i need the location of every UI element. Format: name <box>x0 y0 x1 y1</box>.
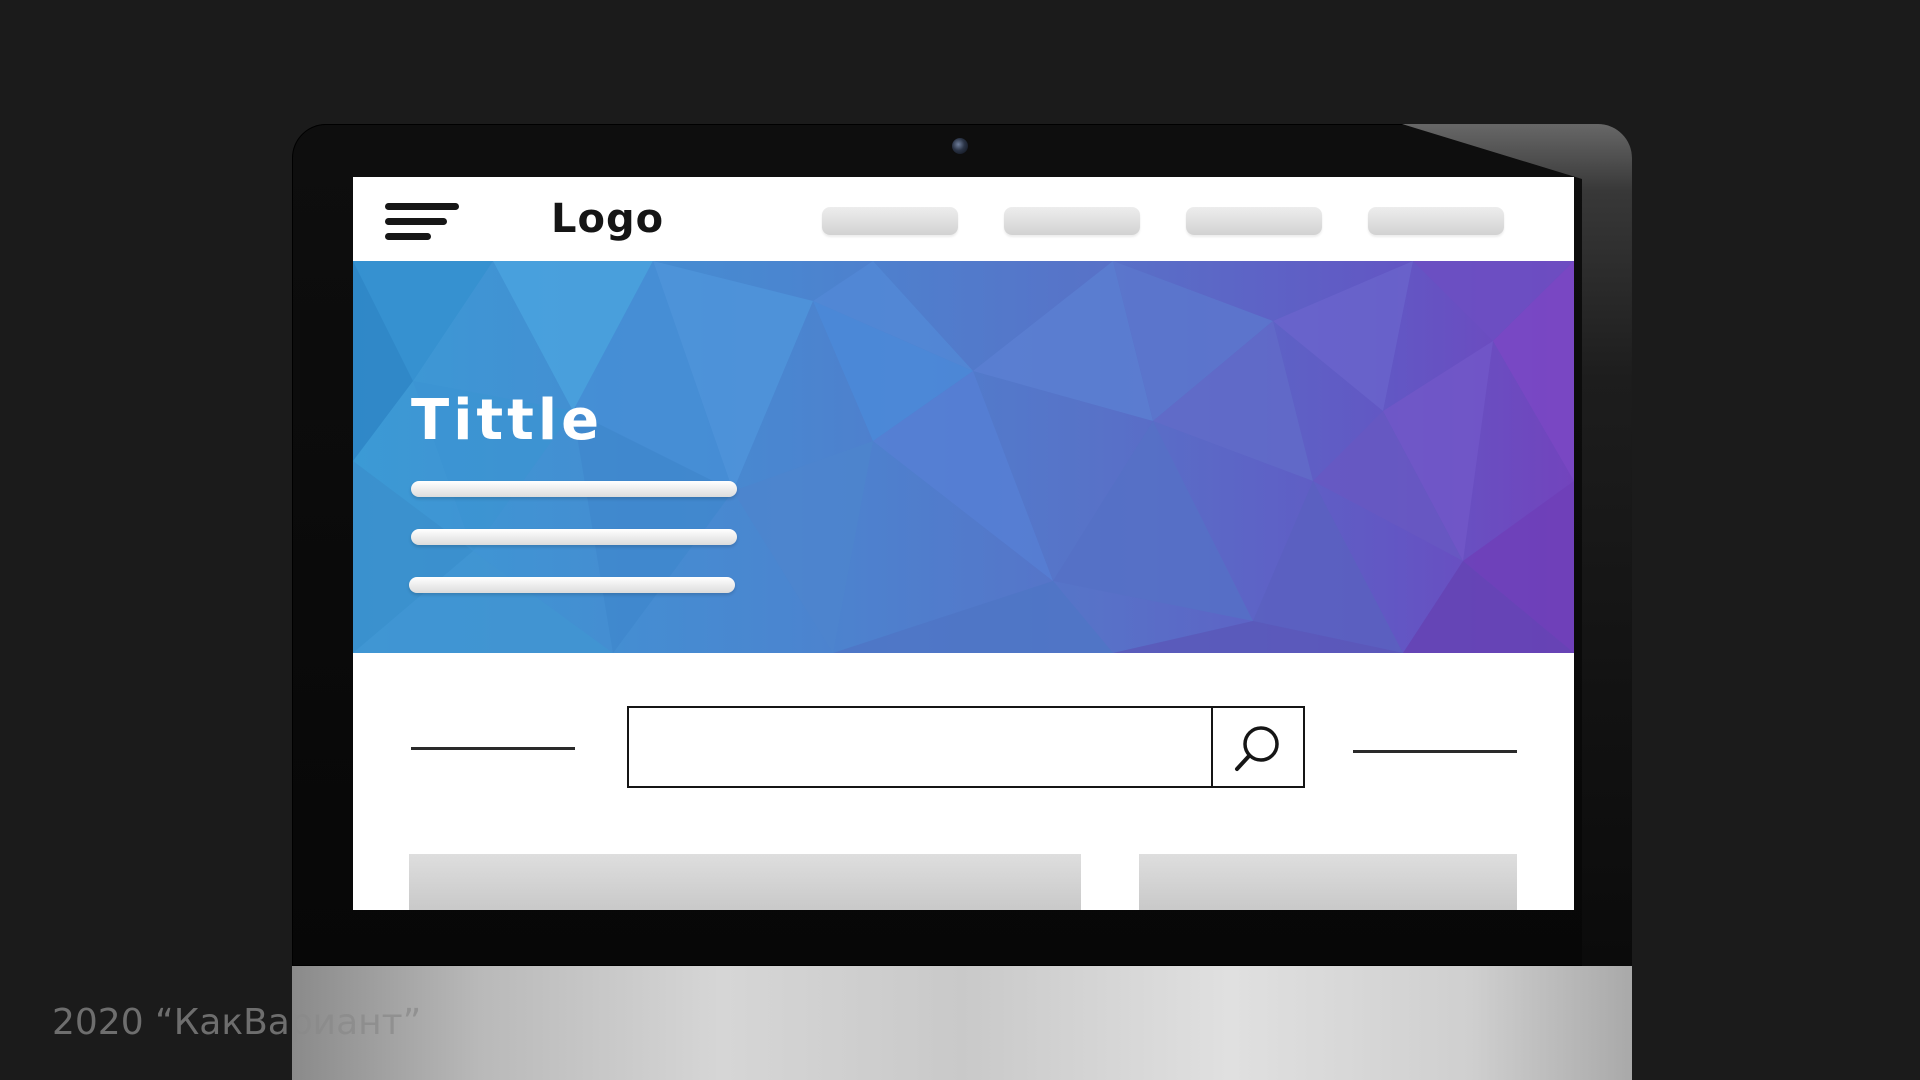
site-logo[interactable]: Logo <box>551 191 664 247</box>
search-icon <box>1235 726 1279 771</box>
content-card-1[interactable] <box>409 854 1081 910</box>
low-poly-background <box>353 261 1574 653</box>
site-header: Logo <box>353 177 1574 261</box>
hamburger-menu-icon[interactable] <box>385 203 459 243</box>
monitor-chin <box>292 966 1632 1080</box>
search-bar <box>627 706 1305 788</box>
hero-text-line-2 <box>411 529 737 545</box>
hero-text-line-1 <box>411 481 737 497</box>
nav-item-1[interactable] <box>822 207 958 235</box>
camera-icon <box>952 138 968 154</box>
left-divider-line <box>411 747 575 750</box>
stage: Logo Tittle 2020 “КакВариант” <box>0 0 1920 1080</box>
hero-title: Tittle <box>411 388 604 453</box>
hero-banner: Tittle <box>353 261 1574 653</box>
nav-item-3[interactable] <box>1186 207 1322 235</box>
search-input[interactable] <box>629 708 1211 786</box>
nav-item-4[interactable] <box>1368 207 1504 235</box>
content-card-2[interactable] <box>1139 854 1517 910</box>
watermark-text: 2020 “КакВариант” <box>52 1002 422 1043</box>
website-screen: Logo Tittle <box>353 177 1574 910</box>
hero-text-line-3 <box>409 577 735 593</box>
nav-item-2[interactable] <box>1004 207 1140 235</box>
search-button[interactable] <box>1211 708 1303 786</box>
right-divider-line <box>1353 750 1517 753</box>
